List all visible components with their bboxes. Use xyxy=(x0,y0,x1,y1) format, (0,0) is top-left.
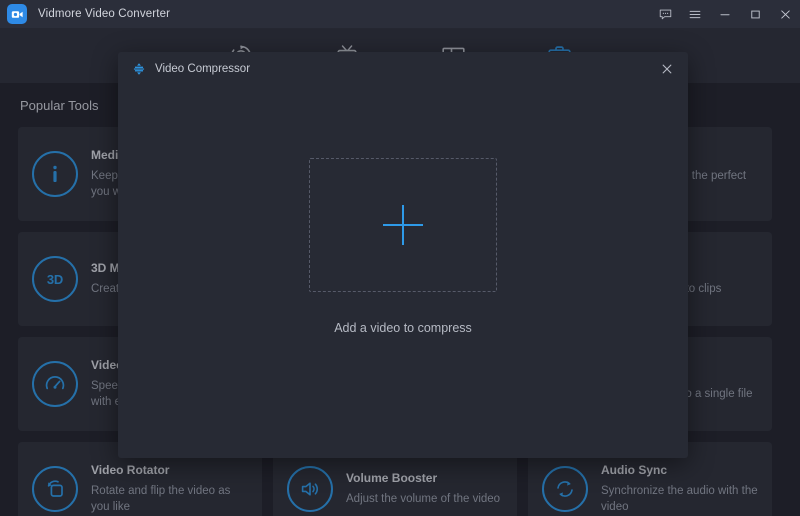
maximize-icon[interactable] xyxy=(740,0,770,28)
feedback-icon[interactable] xyxy=(650,0,680,28)
dialog-title: Video Compressor xyxy=(155,63,250,75)
rotate-icon xyxy=(32,466,78,512)
3d-icon: 3D xyxy=(32,256,78,302)
sync-icon xyxy=(542,466,588,512)
video-compressor-dialog: Video Compressor Add a video to compress xyxy=(118,52,688,458)
app-window: Vidmore Video Converter xyxy=(0,0,800,516)
dropzone-label: Add a video to compress xyxy=(334,321,472,335)
tool-desc: Synchronize the audio with the video xyxy=(601,484,758,515)
volume-icon xyxy=(287,466,333,512)
app-logo xyxy=(7,4,27,24)
menu-icon[interactable] xyxy=(680,0,710,28)
info-circle-icon xyxy=(32,151,78,197)
app-title: Vidmore Video Converter xyxy=(38,8,170,20)
plus-icon xyxy=(383,205,423,245)
tool-name: Video Rotator xyxy=(91,463,248,477)
3d-icon-label: 3D xyxy=(47,272,63,287)
title-bar: Vidmore Video Converter xyxy=(0,0,800,28)
add-video-dropzone[interactable] xyxy=(309,158,497,292)
tool-name: Volume Booster xyxy=(346,471,500,485)
tool-desc: Adjust the volume of the video xyxy=(346,492,500,508)
close-icon[interactable] xyxy=(770,0,800,28)
tool-desc: Rotate and flip the video as you like xyxy=(91,484,248,515)
minimize-icon[interactable] xyxy=(710,0,740,28)
dialog-body: Add a video to compress xyxy=(118,86,688,458)
speed-icon xyxy=(32,361,78,407)
tool-name: Audio Sync xyxy=(601,463,758,477)
window-controls xyxy=(650,0,800,28)
close-icon[interactable] xyxy=(652,54,682,84)
dialog-header: Video Compressor xyxy=(118,52,688,86)
compress-icon xyxy=(132,62,146,76)
